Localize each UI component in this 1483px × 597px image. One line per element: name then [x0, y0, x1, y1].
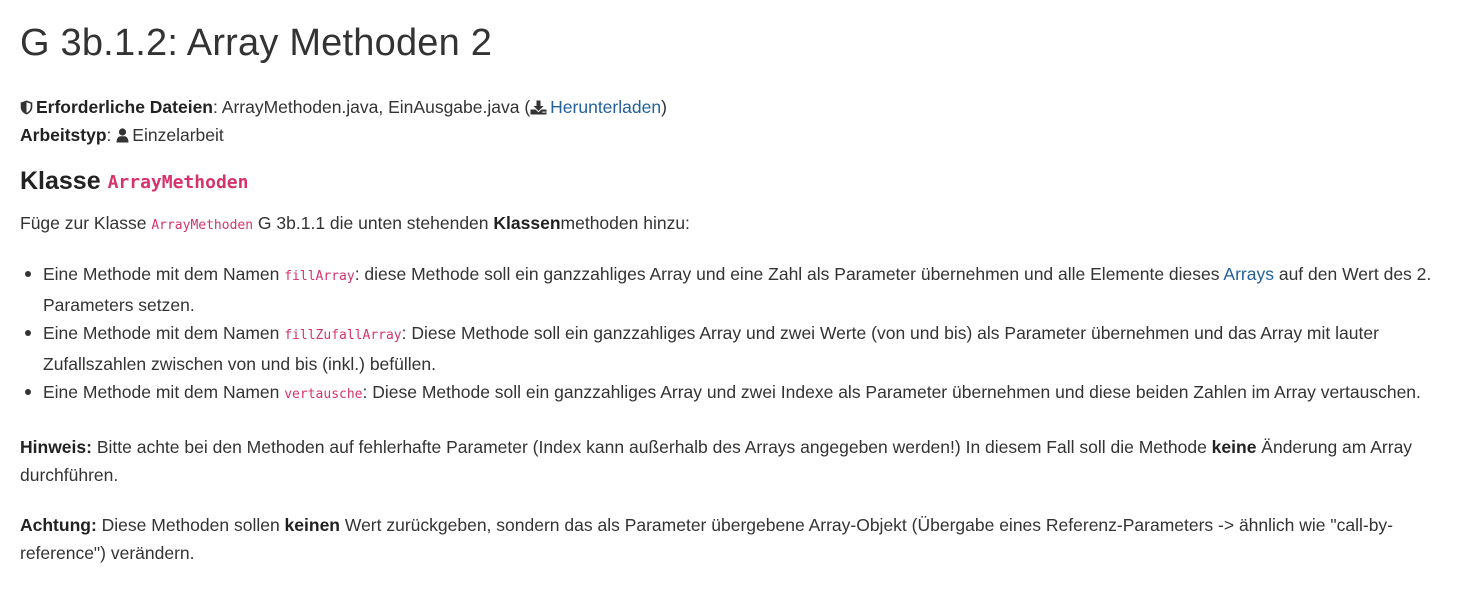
task-meta: Erforderliche Dateien: ArrayMethoden.jav… — [20, 93, 1463, 149]
intro-class-code: ArrayMethoden — [151, 218, 254, 233]
page-title: G 3b.1.2: Array Methoden 2 — [20, 22, 493, 64]
class-name-code: ArrayMethoden — [107, 172, 249, 193]
required-files-label: Erforderliche Dateien — [36, 97, 213, 117]
user-icon — [116, 123, 129, 151]
work-type-label: Arbeitstyp — [20, 125, 107, 145]
shield-icon — [20, 95, 33, 123]
download-icon — [530, 95, 547, 123]
work-type-line: Arbeitstyp: Einzelarbeit — [20, 121, 1463, 149]
list-item: Eine Methode mit dem Namen fillArray: di… — [25, 260, 1473, 319]
method-name-code: fillArray — [284, 269, 355, 284]
download-label: Herunterladen — [550, 97, 662, 117]
method-name-code: fillZufallArray — [284, 328, 402, 343]
list-item: Eine Methode mit dem Namen fillZufallArr… — [25, 319, 1473, 378]
method-name-code: vertausche — [284, 387, 363, 402]
arrays-link[interactable]: Arrays — [1223, 264, 1274, 284]
intro-paragraph: Füge zur Klasse ArrayMethoden G 3b.1.1 d… — [20, 213, 690, 233]
warning-label: Achtung: — [20, 515, 97, 535]
method-list: Eine Methode mit dem Namen fillArray: di… — [20, 260, 1473, 409]
page-content: G 3b.1.2: Array Methoden 2 Erforderliche… — [0, 0, 1483, 567]
work-type-value: Einzelarbeit — [132, 125, 224, 145]
list-item: Eine Methode mit dem Namen vertausche: D… — [25, 378, 1473, 409]
hint-label: Hinweis: — [20, 437, 92, 457]
hint-paragraph: Hinweis: Bitte achte bei den Methoden au… — [20, 437, 1413, 485]
warning-paragraph: Achtung: Diese Methoden sollen keinen We… — [20, 515, 1393, 563]
required-files-value: ArrayMethoden.java, EinAusgabe.java ( — [221, 97, 531, 117]
download-link[interactable]: Herunterladen — [530, 97, 661, 117]
required-files-line: Erforderliche Dateien: ArrayMethoden.jav… — [20, 93, 1463, 121]
section-heading: Klasse ArrayMethoden — [20, 167, 249, 195]
